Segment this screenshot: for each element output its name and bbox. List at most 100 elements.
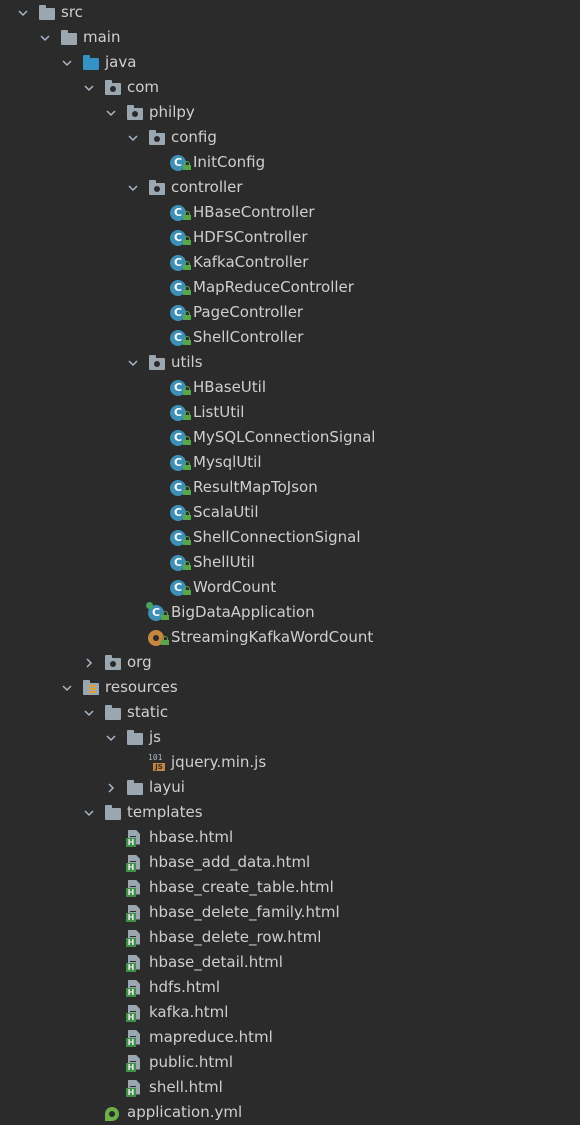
tree-node[interactable]: Hhbase_delete_family.html [0,900,580,925]
tree-node[interactable]: C HBaseUtil [0,375,580,400]
tree-node[interactable]: config [0,125,580,150]
tree-node[interactable]: com [0,75,580,100]
tree-node-label: ResultMapToJson [193,478,318,496]
tree-node[interactable]: C HBaseController [0,200,580,225]
tree-node[interactable]: C ResultMapToJson [0,475,580,500]
tree-node[interactable]: Hhdfs.html [0,975,580,1000]
chevron-down-icon[interactable] [104,100,118,125]
chevron-down-icon[interactable] [38,25,52,50]
tree-node-label: HBaseUtil [193,378,267,396]
tree-node[interactable]: Hhbase_create_table.html [0,875,580,900]
tree-node[interactable]: java [0,50,580,75]
spring-boot-class-icon: C [146,601,169,622]
html-file-icon: H [126,904,144,922]
tree-node-label: hbase_detail.html [149,953,283,971]
html-file-icon: H [126,1029,144,1047]
class-icon: C [170,579,191,597]
tree-node-label: hdfs.html [149,978,221,996]
chevron-down-icon[interactable] [126,350,140,375]
tree-node[interactable]: Hhbase_delete_row.html [0,925,580,950]
tree-node[interactable]: C MysqlUtil [0,450,580,475]
chevron-down-icon[interactable] [60,50,74,75]
tree-node[interactable]: StreamingKafkaWordCount [0,625,580,650]
tree-node-label: KafkaController [193,253,309,271]
tree-node[interactable]: C HDFSController [0,225,580,250]
html-file-icon: H [126,929,144,947]
tree-node-label: java [105,53,137,71]
chevron-down-icon[interactable] [104,725,118,750]
tree-node-label: hbase_delete_family.html [149,903,340,921]
html-file-icon: H [126,829,144,847]
tree-node[interactable]: controller [0,175,580,200]
tree-node[interactable]: utils [0,350,580,375]
tree-node[interactable]: application.yml [0,1100,580,1125]
tree-node-label: MysqlUtil [193,453,262,471]
tree-node-label: jquery.min.js [171,753,267,771]
tree-node[interactable]: templates [0,800,580,825]
chevron-down-icon[interactable] [126,175,140,200]
tree-node[interactable]: C PageController [0,300,580,325]
tree-node[interactable]: C ListUtil [0,400,580,425]
tree-node[interactable]: Hhbase_detail.html [0,950,580,975]
tree-node[interactable]: philpy [0,100,580,125]
tree-node-label: config [171,128,217,146]
folder-icon [104,804,122,822]
tree-node-label: mapreduce.html [149,1028,273,1046]
tree-node[interactable]: C ShellUtil [0,550,580,575]
tree-node[interactable]: C InitConfig [0,150,580,175]
chevron-down-icon[interactable] [82,75,96,100]
tree-node-label: HDFSController [193,228,308,246]
lock-icon [183,310,191,320]
tree-node[interactable]: C ShellConnectionSignal [0,525,580,550]
chevron-right-icon[interactable] [104,775,118,800]
chevron-right-icon[interactable] [82,650,96,675]
tree-node-label: org [127,653,152,671]
js-file-icon: 101 JS [148,753,166,772]
lock-icon [183,485,191,495]
class-icon: C [170,204,191,222]
tree-node[interactable]: Hkafka.html [0,1000,580,1025]
tree-node[interactable]: resources [0,675,580,700]
lock-icon [183,260,191,270]
tree-node-label: com [127,78,160,96]
tree-node[interactable]: C WordCount [0,575,580,600]
class-icon: C [170,404,191,422]
package-icon [148,129,166,147]
tree-node[interactable]: Hshell.html [0,1075,580,1100]
tree-node[interactable]: C BigDataApplication [0,600,580,625]
tree-node[interactable]: src [0,0,580,25]
lock-icon [183,510,191,520]
tree-node[interactable]: js [0,725,580,750]
chevron-down-icon[interactable] [60,675,74,700]
tree-node-label: hbase.html [149,828,234,846]
tree-node[interactable]: C KafkaController [0,250,580,275]
tree-node[interactable]: Hhbase_add_data.html [0,850,580,875]
chevron-down-icon[interactable] [82,700,96,725]
tree-node[interactable]: C MapReduceController [0,275,580,300]
chevron-down-icon[interactable] [126,125,140,150]
tree-node-label: ScalaUtil [193,503,259,521]
lock-icon [183,335,191,345]
tree-node[interactable]: main [0,25,580,50]
html-file-icon: H [126,879,144,897]
package-icon [126,104,144,122]
tree-node-label: ListUtil [193,403,245,421]
tree-node[interactable]: layui [0,775,580,800]
class-icon: C [170,329,191,347]
tree-node[interactable]: org [0,650,580,675]
tree-node[interactable]: Hhbase.html [0,825,580,850]
tree-node[interactable]: C ShellController [0,325,580,350]
chevron-down-icon[interactable] [82,800,96,825]
tree-node-label: utils [171,353,203,371]
tree-node[interactable]: Hpublic.html [0,1050,580,1075]
tree-node-label: StreamingKafkaWordCount [171,628,374,646]
tree-node[interactable]: 101 JS jquery.min.js [0,750,580,775]
lock-icon [183,460,191,470]
tree-node[interactable]: C ScalaUtil [0,500,580,525]
tree-node[interactable]: Hmapreduce.html [0,1025,580,1050]
html-file-icon: H [126,979,144,997]
tree-node[interactable]: static [0,700,580,725]
chevron-down-icon[interactable] [16,0,30,25]
tree-node[interactable]: C MySQLConnectionSignal [0,425,580,450]
lock-icon [161,610,169,620]
